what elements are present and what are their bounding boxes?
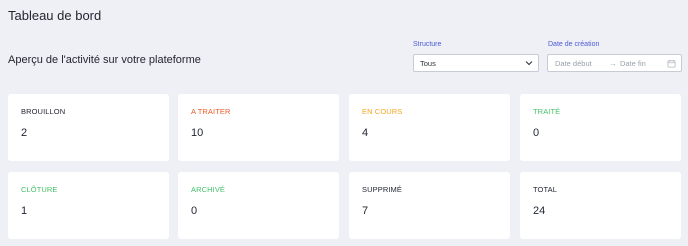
card-value: 2	[21, 127, 28, 139]
date-range-picker[interactable]: Date début → Date fin	[547, 54, 682, 72]
card-value: 7	[362, 205, 369, 217]
card-total[interactable]: TOTAL 24	[520, 172, 681, 239]
card-value: 10	[191, 127, 204, 139]
card-label: TOTAL	[533, 185, 557, 194]
card-value: 1	[21, 205, 28, 217]
card-label: CLÔTURE	[21, 185, 58, 194]
date-filter-label: Date de création	[548, 41, 600, 48]
page-title: Tableau de bord	[8, 8, 102, 23]
structure-select-value: Tous	[420, 58, 436, 68]
date-start-input[interactable]: Date début	[555, 59, 592, 68]
card-cloture[interactable]: CLÔTURE 1	[8, 172, 169, 239]
card-label: TRAITÉ	[533, 107, 561, 116]
card-value: 4	[362, 127, 369, 139]
card-en-cours[interactable]: EN COURS 4	[349, 94, 510, 161]
card-archive[interactable]: ARCHIVÉ 0	[178, 172, 339, 239]
date-range-arrow-icon: →	[609, 58, 617, 68]
calendar-icon	[667, 59, 676, 68]
structure-filter-label: Structure	[413, 41, 442, 48]
card-value: 0	[191, 205, 198, 217]
card-value: 24	[533, 205, 546, 217]
chevron-down-icon	[525, 61, 533, 66]
card-label: A TRAITER	[191, 107, 231, 116]
structure-select[interactable]: Tous	[413, 54, 539, 72]
card-label: EN COURS	[362, 107, 403, 116]
card-a-traiter[interactable]: A TRAITER 10	[178, 94, 339, 161]
card-brouillon[interactable]: BROUILLON 2	[8, 94, 169, 161]
card-label: ARCHIVÉ	[191, 185, 226, 194]
card-supprime[interactable]: SUPPRIMÉ 7	[349, 172, 510, 239]
card-traite[interactable]: TRAITÉ 0	[520, 94, 681, 161]
card-value: 0	[533, 127, 540, 139]
card-label: SUPPRIMÉ	[362, 185, 402, 194]
date-end-input[interactable]: Date fin	[620, 59, 646, 68]
card-label: BROUILLON	[21, 107, 66, 116]
page-subtitle: Aperçu de l'activité sur votre plateform…	[8, 54, 201, 66]
